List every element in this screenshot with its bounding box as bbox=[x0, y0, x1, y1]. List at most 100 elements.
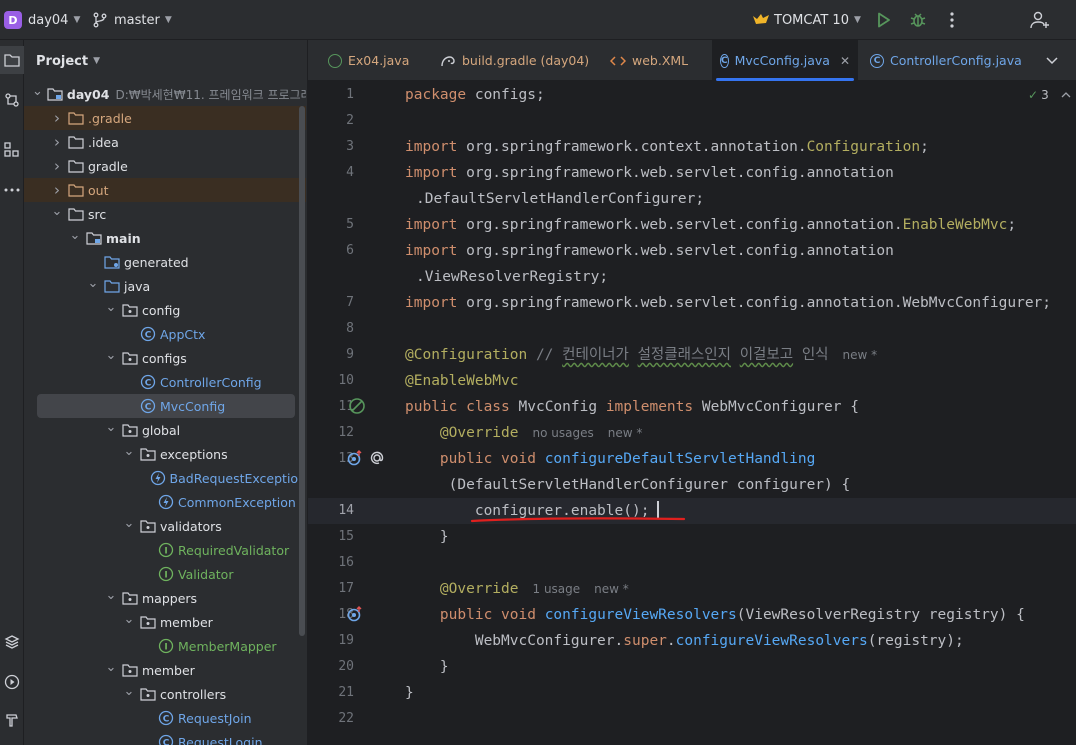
line-number[interactable]: 4 bbox=[308, 160, 354, 186]
override-method-icon[interactable] bbox=[346, 605, 364, 623]
code-line[interactable]: } bbox=[405, 524, 449, 550]
line-number[interactable]: 22 bbox=[308, 706, 354, 732]
commit-tool-button[interactable] bbox=[0, 86, 24, 114]
tree-item[interactable]: ⌄ configs bbox=[24, 346, 306, 370]
tree-item[interactable]: ⌄ config bbox=[24, 298, 306, 322]
tree-item[interactable]: ⌄ java bbox=[24, 274, 306, 298]
close-icon[interactable]: ✕ bbox=[840, 54, 850, 68]
chevron-down-icon[interactable]: ⌄ bbox=[104, 300, 118, 315]
at-sign-icon[interactable] bbox=[368, 449, 386, 467]
tree-item[interactable]: ⌄ controllers bbox=[24, 682, 306, 706]
chevron-right-icon[interactable]: › bbox=[50, 157, 64, 175]
line-number[interactable]: 6 bbox=[308, 238, 354, 264]
chevron-down-icon[interactable]: ⌄ bbox=[104, 660, 118, 675]
line-number[interactable]: 12 bbox=[308, 420, 354, 446]
code-line[interactable]: import org.springframework.web.servlet.c… bbox=[405, 160, 894, 186]
line-number[interactable] bbox=[308, 264, 354, 290]
tree-item[interactable]: BadRequestException bbox=[24, 466, 306, 490]
services-tool-button[interactable] bbox=[0, 628, 24, 656]
tree-item[interactable]: ⌄ day04 D:₩박세현₩11. 프레임워크 프로그래 bbox=[24, 82, 306, 106]
chevron-down-icon[interactable]: ⌄ bbox=[122, 516, 136, 531]
chevron-down-icon[interactable]: ⌄ bbox=[50, 204, 64, 219]
tree-item[interactable]: ⌄ global bbox=[24, 418, 306, 442]
branch-switcher[interactable]: master ▼ bbox=[92, 0, 172, 40]
tab-web-xml[interactable]: web.XML bbox=[602, 40, 696, 81]
code-line[interactable]: public void configureDefaultServletHandl… bbox=[405, 446, 815, 472]
code-line[interactable]: @EnableWebMvc bbox=[405, 368, 519, 394]
tree-item[interactable]: ⌄ member bbox=[24, 658, 306, 682]
code-line[interactable]: public class MvcConfig implements WebMvc… bbox=[405, 394, 859, 420]
project-scrollbar[interactable] bbox=[299, 106, 305, 636]
tree-item[interactable]: ⌄ mappers bbox=[24, 586, 306, 610]
tab-list-button[interactable] bbox=[1038, 40, 1066, 81]
code-line[interactable]: import org.springframework.web.servlet.c… bbox=[405, 238, 894, 264]
chevron-right-icon[interactable]: › bbox=[50, 181, 64, 199]
inspection-widget[interactable]: ✓ 3 bbox=[1028, 87, 1071, 103]
run-config-selector[interactable]: TOMCAT 10 ▼ bbox=[752, 0, 861, 40]
code-line[interactable]: @Override 1 usage new * bbox=[405, 576, 629, 602]
code-line[interactable]: public void configureViewResolvers(ViewR… bbox=[405, 602, 1025, 628]
line-number[interactable]: 1 bbox=[308, 82, 354, 108]
tree-item[interactable]: ⌄ member bbox=[24, 610, 306, 634]
code-line[interactable]: } bbox=[405, 680, 414, 706]
code-line[interactable]: package configs; bbox=[405, 82, 545, 108]
line-number[interactable]: 15 bbox=[308, 524, 354, 550]
line-number[interactable]: 5 bbox=[308, 212, 354, 238]
line-number[interactable]: 19 bbox=[308, 628, 354, 654]
chevron-down-icon[interactable]: ⌄ bbox=[68, 228, 82, 243]
tree-item[interactable]: I MemberMapper bbox=[24, 634, 306, 658]
code-line[interactable]: import org.springframework.context.annot… bbox=[405, 134, 929, 160]
tree-item[interactable]: C ControllerConfig bbox=[24, 370, 306, 394]
tree-item[interactable]: I Validator bbox=[24, 562, 306, 586]
tree-item[interactable]: generated bbox=[24, 250, 306, 274]
override-method-icon[interactable] bbox=[346, 449, 364, 467]
structure-tool-button[interactable] bbox=[0, 136, 24, 164]
project-panel-header[interactable]: Project ▼ bbox=[36, 40, 100, 82]
code-line[interactable]: import org.springframework.web.servlet.c… bbox=[405, 290, 1051, 316]
line-number[interactable]: 8 bbox=[308, 316, 354, 342]
code-line[interactable]: } bbox=[405, 654, 449, 680]
line-number[interactable]: 14 bbox=[308, 498, 354, 524]
code-line[interactable]: .ViewResolverRegistry; bbox=[405, 264, 608, 290]
tree-item[interactable]: C MvcConfig bbox=[37, 394, 295, 418]
code-line[interactable]: @Override no usages new * bbox=[405, 420, 642, 446]
tree-item[interactable]: C RequestJoin bbox=[24, 706, 306, 730]
line-number[interactable]: 2 bbox=[308, 108, 354, 134]
code-line[interactable]: (DefaultServletHandlerConfigurer configu… bbox=[405, 472, 851, 498]
line-number[interactable] bbox=[308, 186, 354, 212]
more-actions-button[interactable] bbox=[940, 8, 964, 32]
run-tool-button[interactable] bbox=[0, 668, 24, 696]
chevron-down-icon[interactable]: ⌄ bbox=[104, 588, 118, 603]
tab-mvcconfig-java[interactable]: C MvcConfig.java ✕ bbox=[712, 40, 858, 81]
line-number[interactable]: 9 bbox=[308, 342, 354, 368]
code-line[interactable]: @Configuration // 컨테이너가 설정클래스인지 이걸보고 인식 n… bbox=[405, 342, 877, 368]
chevron-right-icon[interactable]: › bbox=[50, 109, 64, 127]
chevron-down-icon[interactable]: ⌄ bbox=[104, 348, 118, 363]
line-number[interactable]: 16 bbox=[308, 550, 354, 576]
line-number[interactable]: 10 bbox=[308, 368, 354, 394]
tree-item[interactable]: ⌄ validators bbox=[24, 514, 306, 538]
tree-item[interactable]: C RequestLogin bbox=[24, 730, 306, 745]
code-line[interactable]: .DefaultServletHandlerConfigurer; bbox=[405, 186, 704, 212]
tree-item[interactable]: › gradle bbox=[24, 154, 306, 178]
line-number[interactable]: 17 bbox=[308, 576, 354, 602]
line-number[interactable]: 3 bbox=[308, 134, 354, 160]
run-button[interactable] bbox=[872, 8, 896, 32]
code-line[interactable]: import org.springframework.web.servlet.c… bbox=[405, 212, 1016, 238]
bean-icon[interactable] bbox=[348, 397, 366, 415]
tree-item[interactable]: › .idea bbox=[24, 130, 306, 154]
chevron-right-icon[interactable]: › bbox=[50, 133, 64, 151]
tab-build-gradle[interactable]: build.gradle (day04) bbox=[432, 40, 597, 81]
tree-item[interactable]: ⌄ main bbox=[24, 226, 306, 250]
tree-item[interactable]: › .gradle bbox=[24, 106, 306, 130]
code-line[interactable]: WebMvcConfigurer.super.configureViewReso… bbox=[405, 628, 964, 654]
project-switcher[interactable]: D day04 ▼ bbox=[4, 0, 80, 40]
chevron-down-icon[interactable]: ⌄ bbox=[122, 684, 136, 699]
project-tool-button[interactable] bbox=[0, 46, 24, 74]
line-number[interactable] bbox=[308, 472, 354, 498]
terminal-tool-button[interactable] bbox=[0, 706, 24, 734]
chevron-down-icon[interactable]: ⌄ bbox=[86, 276, 100, 291]
tree-item[interactable]: › out bbox=[24, 178, 306, 202]
tab-controllerconfig-java[interactable]: C ControllerConfig.java bbox=[862, 40, 1030, 81]
tree-item[interactable]: C AppCtx bbox=[24, 322, 306, 346]
